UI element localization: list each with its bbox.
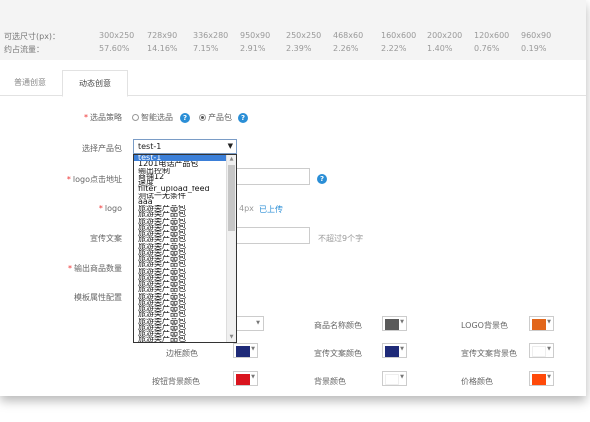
traffic-cell: 14.16% — [147, 44, 178, 53]
button-bg-color-label: 按钮背景颜色 — [152, 377, 200, 386]
slogan-label: 宣传文案 — [90, 234, 122, 243]
logo-url-input[interactable] — [236, 168, 310, 185]
radio-smart-selection[interactable]: 智能选品 — [132, 112, 173, 123]
caret-down-icon: ▼ — [400, 346, 404, 352]
logo-label: * logo — [98, 204, 122, 213]
template-label: 模板属性配置 — [74, 293, 122, 302]
border-color-label: 边框颜色 — [166, 349, 198, 358]
size-cell: 336x280 — [193, 31, 229, 40]
product-name-color-picker[interactable]: ▼ — [382, 316, 407, 331]
traffic-cell: 2.26% — [333, 44, 359, 53]
package-label: 选择产品包 — [82, 144, 122, 153]
caret-down-icon: ▼ — [256, 320, 260, 326]
radio-circle — [132, 114, 139, 121]
scrollbar-thumb[interactable] — [228, 165, 235, 231]
logo-url-label: * logo点击地址 — [66, 175, 122, 184]
size-cell: 160x600 — [381, 31, 417, 40]
traffic-cell: 2.91% — [240, 44, 266, 53]
size-cell: 120x600 — [474, 31, 510, 40]
radio-circle-checked — [199, 114, 206, 121]
traffic-cell: 57.60% — [99, 44, 130, 53]
slogan-bg-color-picker[interactable]: ▼ — [529, 343, 554, 358]
dropdown-option[interactable]: 旅游类产品包 — [134, 336, 226, 342]
slogan-bg-color-label: 宣传文案背景色 — [461, 349, 517, 358]
size-row-label: 可选尺寸(px)： — [4, 32, 61, 41]
logo-bg-color-label: LOGO背景色 — [461, 321, 508, 330]
dropdown-scrollbar[interactable]: ▲ ▼ — [226, 155, 236, 342]
slogan-color-label: 宣传文案颜色 — [314, 349, 362, 358]
color-swatch — [532, 374, 546, 385]
traffic-cell: 1.40% — [427, 44, 453, 53]
traffic-cell: 7.15% — [193, 44, 219, 53]
button-bg-color-picker[interactable]: ▼ — [233, 371, 258, 386]
logo-uploaded-link[interactable]: 已上传 — [259, 204, 283, 215]
radio-product-package[interactable]: 产品包 — [199, 112, 232, 123]
package-select[interactable]: test-1 ▼ — [133, 139, 237, 154]
package-select-value: test-1 — [138, 142, 162, 151]
caret-down-icon: ▼ — [251, 374, 255, 380]
color-swatch — [236, 374, 250, 385]
caret-down-icon: ▼ — [251, 346, 255, 352]
caret-down-icon: ▼ — [547, 374, 551, 380]
slogan-hint: 不超过9个字 — [318, 234, 364, 243]
caret-down-icon: ▼ — [547, 319, 551, 325]
traffic-cell: 2.39% — [286, 44, 312, 53]
tab-normal-creative[interactable]: 普通创意 — [0, 70, 60, 96]
tab-dynamic-creative[interactable]: 动态创意 — [62, 70, 128, 97]
slogan-input[interactable] — [236, 227, 310, 244]
traffic-cell: 0.19% — [521, 44, 547, 53]
caret-down-icon: ▼ — [400, 319, 404, 325]
color-swatch — [532, 319, 546, 330]
caret-down-icon: ▼ — [547, 346, 551, 352]
color-swatch — [236, 346, 250, 357]
stub-select[interactable]: ▼ — [236, 316, 264, 331]
color-swatch — [385, 346, 399, 357]
scroll-down-icon[interactable]: ▼ — [227, 333, 236, 342]
bg-color-label: 背景颜色 — [314, 377, 346, 386]
dropdown-options: test-1 1201电话产品包 输出控制 商铺12 速度 filter_upload_f… — [134, 155, 226, 342]
traffic-cell: 0.76% — [474, 44, 500, 53]
package-dropdown-list[interactable]: test-1 1201电话产品包 输出控制 商铺12 速度 filter_upload_f… — [133, 154, 237, 343]
color-swatch — [385, 374, 399, 385]
help-icon[interactable]: ? — [180, 113, 190, 123]
size-cell: 300x250 — [99, 31, 135, 40]
price-color-picker[interactable]: ▼ — [529, 371, 554, 386]
app-window: 可选尺寸(px)： 300x250 728x90 336x280 950x90 … — [0, 0, 586, 396]
bg-color-picker[interactable]: ▼ — [382, 371, 407, 386]
product-name-color-label: 商品名称颜色 — [314, 321, 362, 330]
traffic-row: 约占流量： 57.60% 14.16% 7.15% 2.91% 2.39% 2.… — [0, 44, 586, 57]
color-swatch — [385, 319, 399, 330]
scroll-up-icon[interactable]: ▲ — [227, 155, 236, 164]
color-swatch — [532, 346, 546, 357]
product-count-label: * 输出商品数量 — [68, 264, 122, 273]
size-cell: 950x90 — [240, 31, 271, 40]
size-traffic-table: 可选尺寸(px)： 300x250 728x90 336x280 950x90 … — [0, 0, 586, 60]
size-cell: 728x90 — [147, 31, 178, 40]
slogan-color-picker[interactable]: ▼ — [382, 343, 407, 358]
creative-tabs: 普通创意 动态创意 — [0, 70, 586, 97]
traffic-row-label: 约占流量： — [4, 45, 44, 54]
price-color-label: 价格颜色 — [461, 377, 493, 386]
help-icon[interactable]: ? — [317, 174, 327, 184]
logo-bg-color-picker[interactable]: ▼ — [529, 316, 554, 331]
logo-size-hint: 4px — [239, 204, 254, 213]
caret-down-icon: ▼ — [400, 374, 404, 380]
size-cell: 200x200 — [427, 31, 463, 40]
help-icon[interactable]: ? — [238, 113, 248, 123]
size-row: 可选尺寸(px)： 300x250 728x90 336x280 950x90 … — [0, 31, 586, 44]
traffic-cell: 2.22% — [381, 44, 407, 53]
radio-label: 产品包 — [208, 113, 232, 122]
radio-label: 智能选品 — [141, 113, 173, 122]
size-cell: 468x60 — [333, 31, 364, 40]
size-cell: 960x90 — [521, 31, 552, 40]
strategy-label: * 选品策略 — [84, 113, 122, 122]
size-cell: 250x250 — [286, 31, 322, 40]
border-color-picker[interactable]: ▼ — [233, 343, 258, 358]
caret-down-icon: ▼ — [227, 142, 233, 150]
